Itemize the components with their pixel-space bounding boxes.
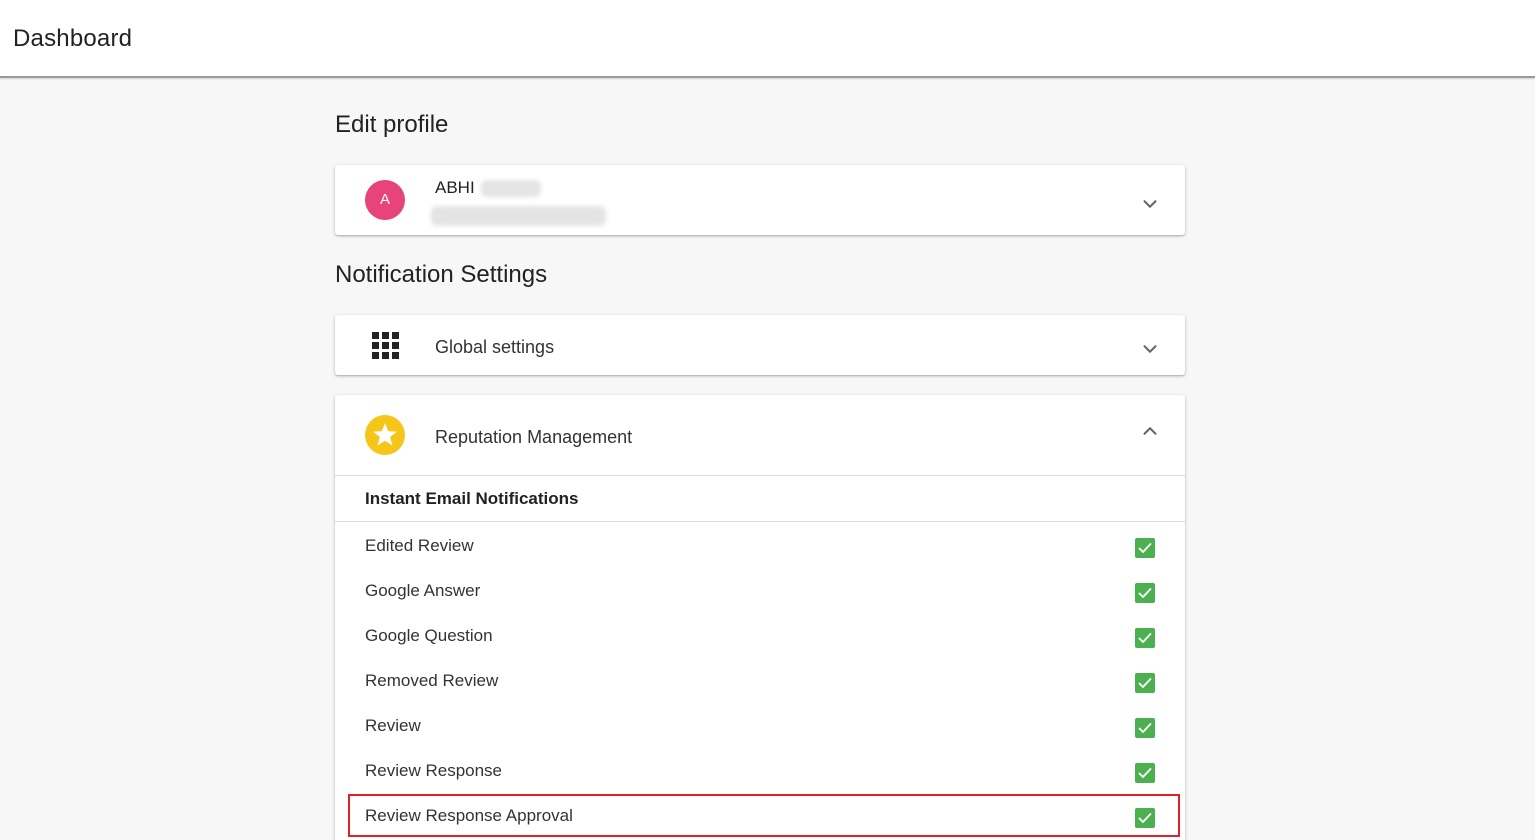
google-answer-checkbox[interactable] <box>1135 583 1155 603</box>
divider <box>335 475 1185 476</box>
review-checkbox[interactable] <box>1135 718 1155 738</box>
star-icon <box>365 415 405 455</box>
redacted-email <box>431 206 606 226</box>
redacted-name <box>481 180 541 197</box>
notification-settings-heading: Notification Settings <box>335 261 548 288</box>
global-settings-card[interactable]: Global settings <box>335 315 1185 375</box>
app-title: Dashboard <box>13 25 133 52</box>
review-response-checkbox[interactable] <box>1135 763 1155 783</box>
top-app-bar: Dashboard <box>0 0 1535 78</box>
reputation-management-label: Reputation Management <box>435 427 633 447</box>
notification-label: Review Response Approval <box>365 806 573 825</box>
notification-label: Google Question <box>365 626 493 645</box>
notification-row-google-question: Google Question <box>335 614 1185 659</box>
instant-email-notifications-heading: Instant Email Notifications <box>365 489 579 508</box>
notification-row-removed-review: Removed Review <box>335 659 1185 704</box>
profile-name: ABHI <box>435 178 475 197</box>
profile-card[interactable]: A ABHI <box>335 165 1185 235</box>
divider <box>335 521 1185 522</box>
google-question-checkbox[interactable] <box>1135 628 1155 648</box>
expand-chevron-down-icon[interactable] <box>1139 338 1161 360</box>
notification-row-edited-review: Edited Review <box>335 524 1185 569</box>
notification-row-review-response: Review Response <box>335 749 1185 794</box>
notification-label: Review Response <box>365 761 503 780</box>
avatar: A <box>365 180 405 220</box>
notification-row-review-response-approval: Review Response Approval <box>335 794 1185 839</box>
notification-row-review: Review <box>335 704 1185 749</box>
review-response-approval-checkbox[interactable] <box>1135 808 1155 828</box>
edited-review-checkbox[interactable] <box>1135 538 1155 558</box>
expand-chevron-down-icon[interactable] <box>1139 193 1161 215</box>
edit-profile-heading: Edit profile <box>335 111 449 138</box>
apps-grid-icon <box>372 332 399 359</box>
notification-label: Removed Review <box>365 671 499 690</box>
notification-row-google-answer: Google Answer <box>335 569 1185 614</box>
notification-label: Google Answer <box>365 581 481 600</box>
removed-review-checkbox[interactable] <box>1135 673 1155 693</box>
notification-label: Edited Review <box>365 536 474 555</box>
collapse-chevron-up-icon[interactable] <box>1139 420 1161 442</box>
global-settings-label: Global settings <box>435 337 555 357</box>
reputation-management-card: Reputation Management Instant Email Noti… <box>335 395 1185 840</box>
notification-label: Review <box>365 716 421 735</box>
